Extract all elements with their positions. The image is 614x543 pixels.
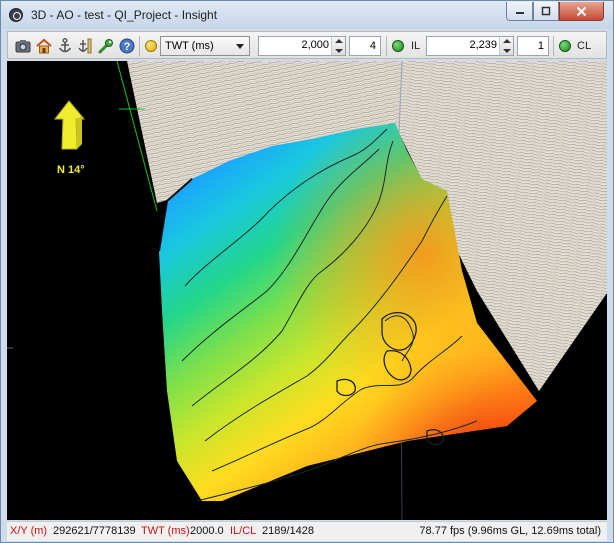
il-value-spinner[interactable]: 2,239: [426, 36, 514, 56]
settings-button[interactable]: [97, 37, 115, 55]
twt-step-field[interactable]: 4: [349, 36, 381, 56]
app-icon: [9, 8, 23, 22]
maximize-icon: [541, 6, 551, 16]
help-button[interactable]: ?: [118, 37, 136, 55]
domain-select[interactable]: TWT (ms): [160, 36, 250, 56]
help-icon: ?: [119, 38, 135, 54]
cl-status-dot[interactable]: [559, 40, 571, 52]
anchor-measure-button[interactable]: [76, 37, 94, 55]
ruler-anchor-icon: [78, 38, 92, 54]
snapshot-button[interactable]: [14, 37, 32, 55]
home-icon: [36, 38, 52, 54]
status-ilcl-label: IL/CL: [230, 525, 257, 537]
north-direction-label: N 14°: [57, 164, 85, 176]
cl-label: CL: [577, 40, 592, 52]
maximize-button[interactable]: [533, 2, 559, 21]
twt-status-dot[interactable]: [145, 40, 157, 52]
home-view-button[interactable]: [35, 37, 53, 55]
close-icon: [576, 6, 587, 16]
il-status-dot[interactable]: [392, 40, 404, 52]
status-xy-label: X/Y (m): [10, 525, 48, 537]
anchor-icon: [58, 38, 72, 53]
anchor-button[interactable]: [56, 37, 74, 55]
twt-value-spinner[interactable]: 2,000: [258, 36, 346, 56]
window-title: 3D - AO - test - QI_Project - Insight: [31, 8, 218, 22]
twt-value: 2,000: [301, 39, 329, 51]
spinner-arrows-icon[interactable]: [499, 37, 513, 55]
wrench-icon: [98, 39, 113, 54]
title-bar[interactable]: 3D - AO - test - QI_Project - Insight: [1, 1, 613, 29]
app-window: 3D - AO - test - QI_Project - Insight ? …: [0, 0, 614, 543]
3d-viewport[interactable]: N 14°: [7, 61, 607, 520]
minimize-icon: [515, 12, 524, 14]
chevron-down-icon: [236, 44, 244, 49]
status-xy-value: 292621/7778139: [53, 525, 136, 537]
toolbar-separator: [553, 36, 554, 56]
domain-select-value: TWT (ms): [165, 40, 214, 52]
il-label: IL: [411, 40, 421, 52]
status-twt-value: 2000.0: [190, 525, 224, 537]
spinner-arrows-icon[interactable]: [331, 37, 345, 55]
status-ilcl-value: 2189/1428: [262, 525, 314, 537]
status-fps: 78.77 fps (9.96ms GL, 12.69ms total): [419, 525, 601, 537]
minimize-button[interactable]: [506, 2, 533, 21]
toolbar-separator: [139, 36, 140, 56]
camera-icon: [15, 40, 31, 53]
il-value: 2,239: [469, 39, 497, 51]
toolbar-separator: [386, 36, 387, 56]
svg-text:?: ?: [124, 41, 131, 53]
il-step-field[interactable]: 1: [517, 36, 549, 56]
toolbar: ? TWT (ms) 2,000 4 IL 2,239 1 CL: [7, 31, 607, 59]
3d-scene[interactable]: [7, 61, 607, 520]
status-bar: X/Y (m) 292621/7778139 TWT (ms) 2000.0 I…: [7, 521, 607, 541]
north-arrow-icon: [53, 100, 86, 150]
status-twt-label: TWT (ms): [141, 525, 190, 537]
close-button[interactable]: [559, 2, 604, 21]
